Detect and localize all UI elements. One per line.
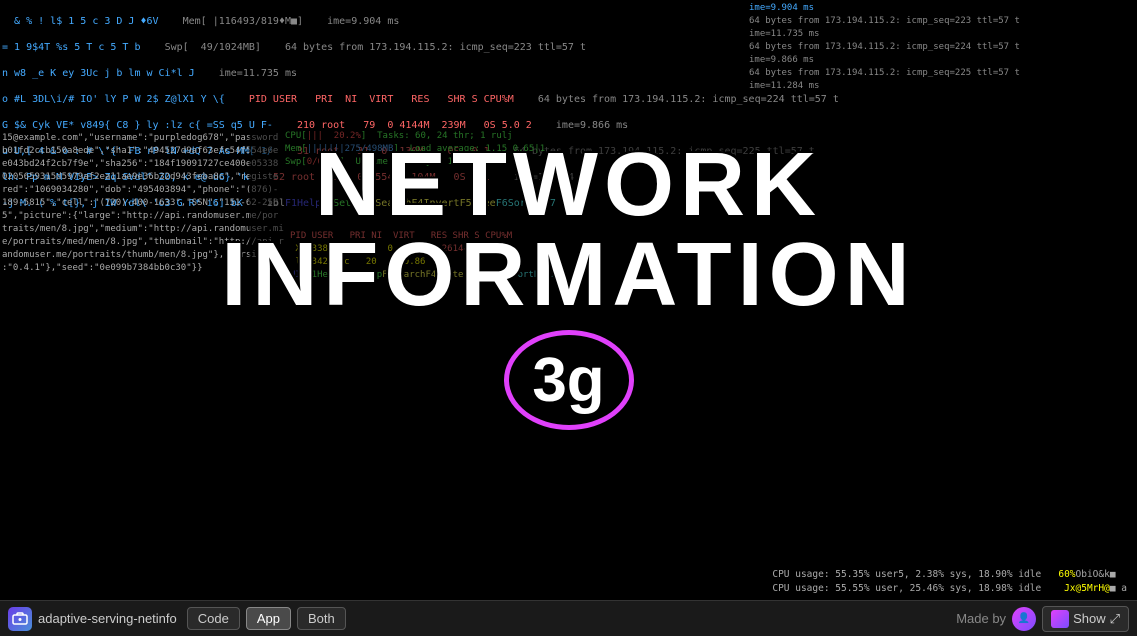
tab-app[interactable]: App xyxy=(246,607,291,630)
avatar: 👤 xyxy=(1012,607,1036,631)
app-name: adaptive-serving-netinfo xyxy=(38,611,177,626)
tab-both[interactable]: Both xyxy=(297,607,346,630)
show-button[interactable]: Show ⤢ xyxy=(1042,606,1129,632)
bottom-bar: adaptive-serving-netinfo Code App Both M… xyxy=(0,600,1137,636)
tab-code[interactable]: Code xyxy=(187,607,240,630)
terminal-left: 15@example.com","username":"purpledog678… xyxy=(0,130,290,277)
cpu-usage: CPU usage: 55.35% user5, 2.38% sys, 18.9… xyxy=(772,568,1127,596)
show-label: Show xyxy=(1073,611,1106,626)
badge-label: 3g xyxy=(532,345,604,416)
expand-icon: ⤢ xyxy=(1110,611,1120,627)
network-badge: 3g xyxy=(504,330,634,430)
made-by-section: Made by 👤 Show ⤢ xyxy=(956,606,1129,632)
show-icon xyxy=(1051,610,1069,628)
app-icon xyxy=(8,607,32,631)
made-by-label: Made by xyxy=(956,611,1006,626)
terminal-right: ime=9.904 ms 64 bytes from 173.194.115.2… xyxy=(747,0,1137,95)
